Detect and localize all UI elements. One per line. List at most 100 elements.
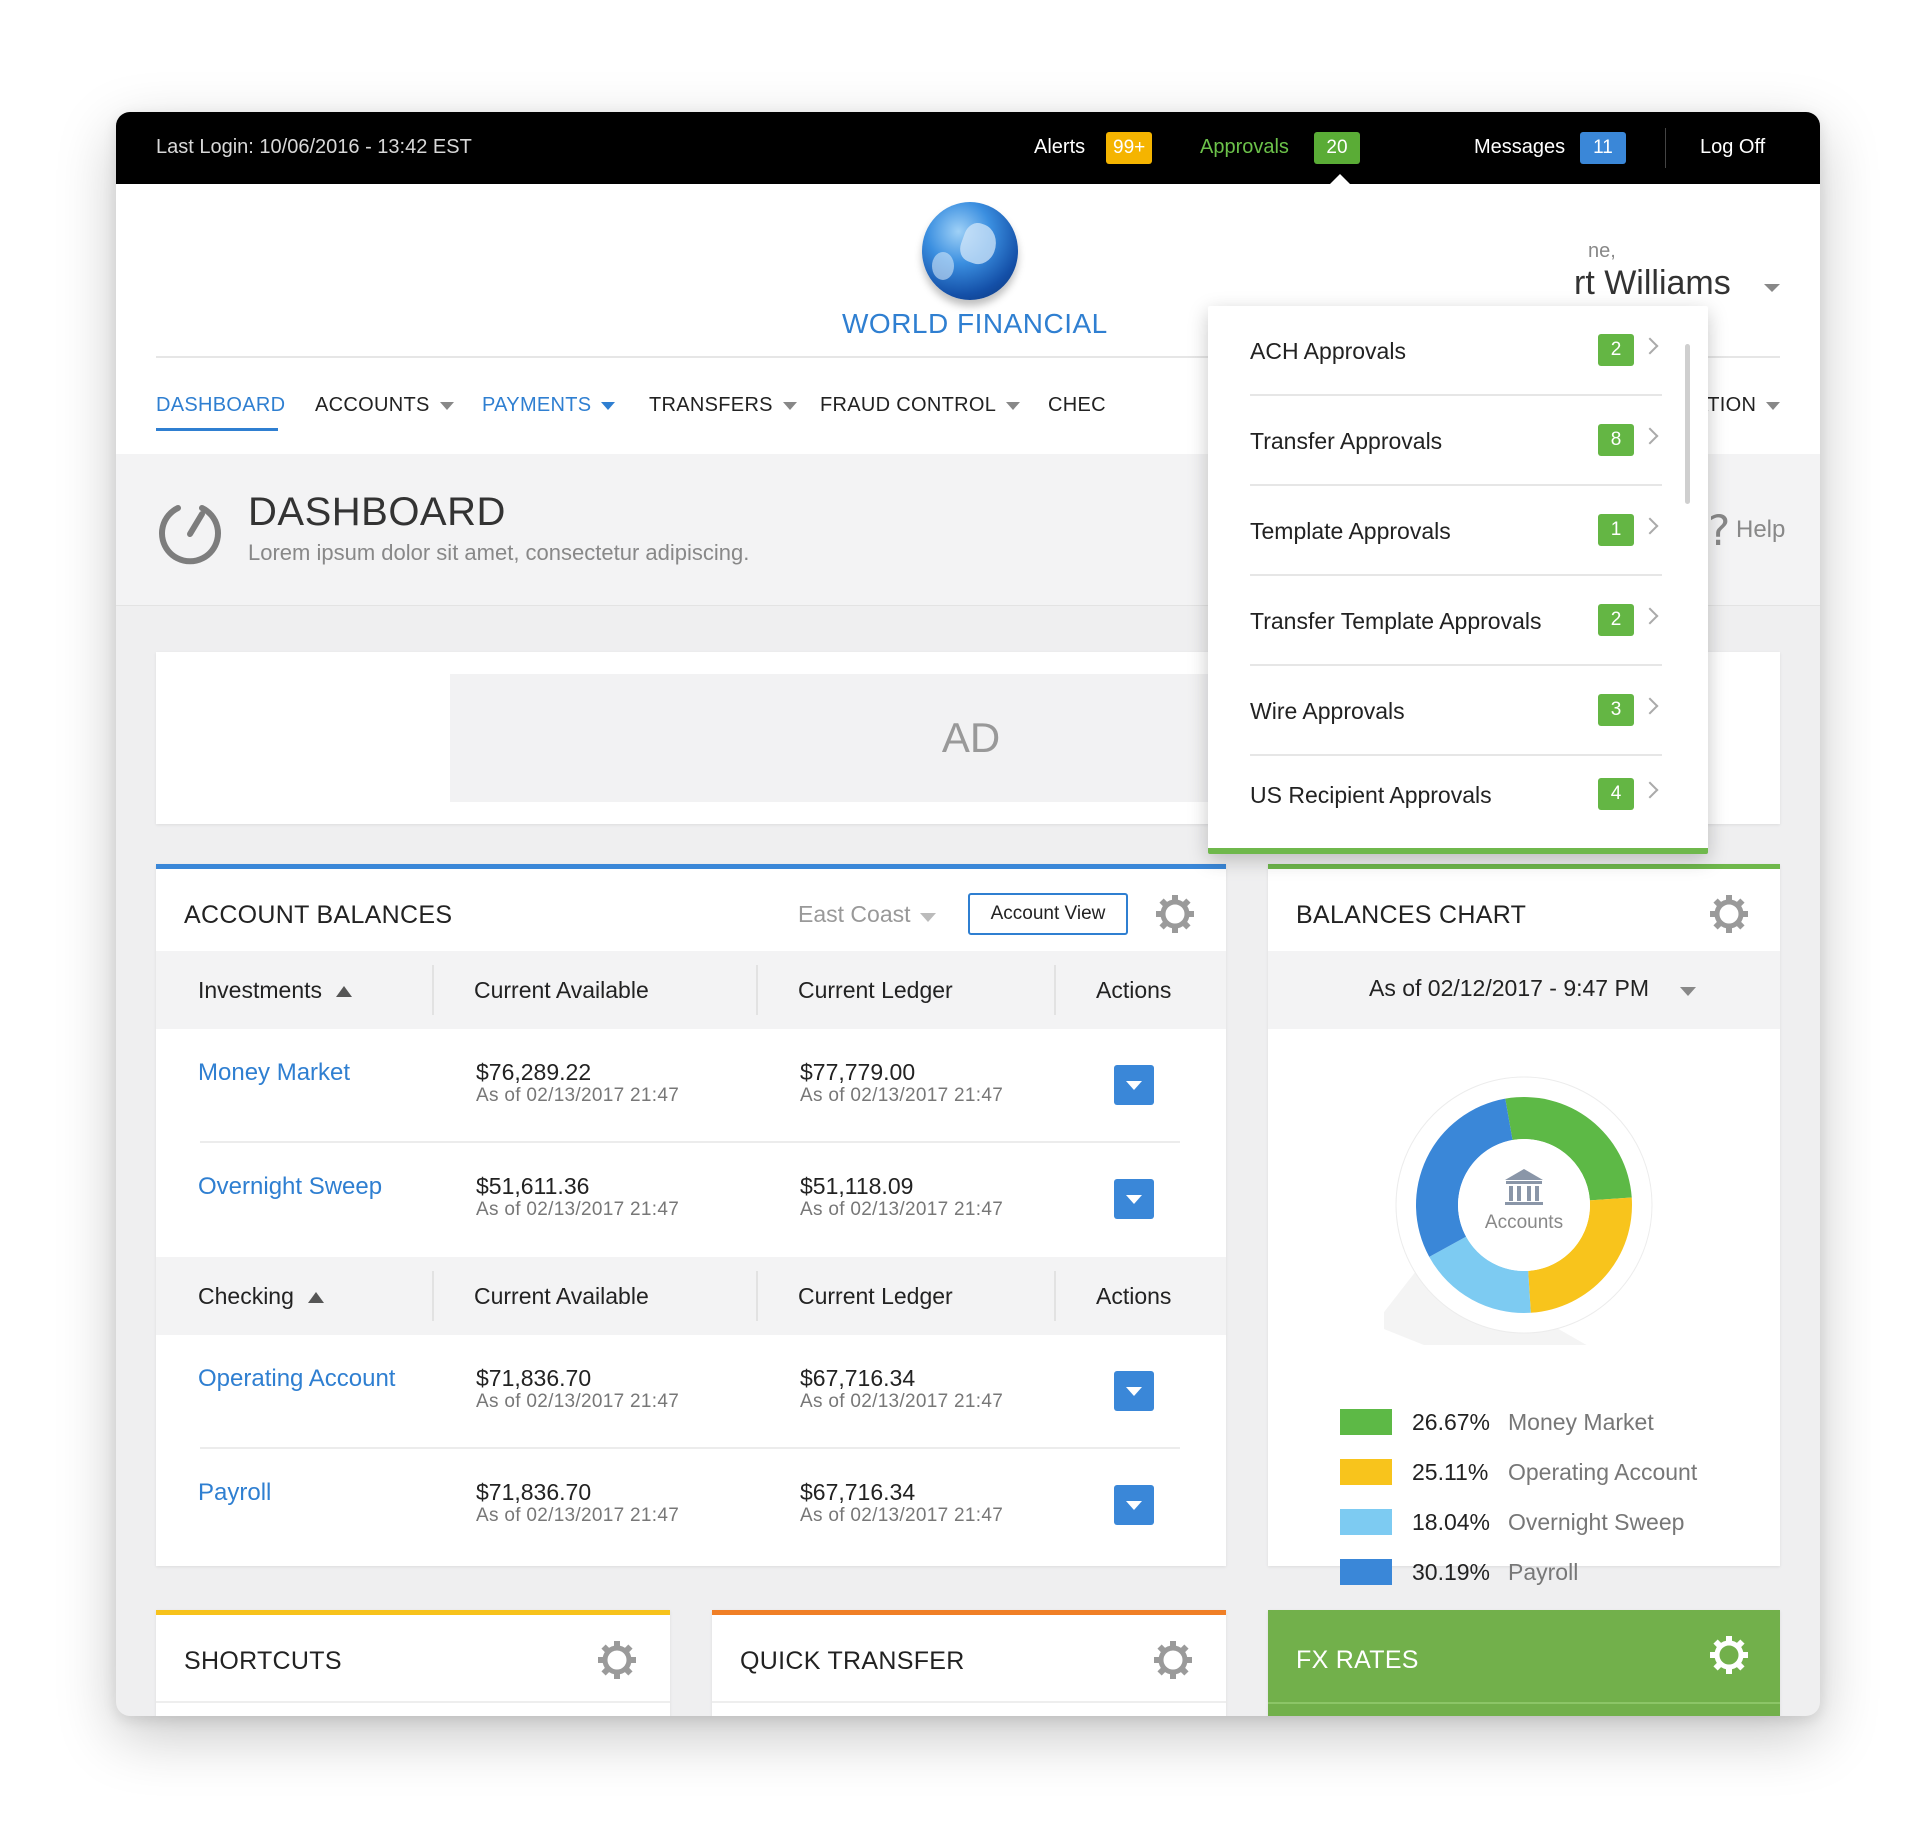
chevron-right-icon [1641,427,1659,445]
column-divider [1054,1271,1056,1321]
legend-label: Payroll [1508,1559,1579,1585]
panel-title: BALANCES CHART [1296,901,1527,929]
ledger-asof: As of 02/13/2017 21:47 [800,1085,1004,1106]
region-select[interactable]: East Coast [798,901,911,928]
nav-active-indicator [156,428,278,431]
shortcuts-panel: SHORTCUTS [156,1610,670,1716]
panel-title: ACCOUNT BALANCES [184,901,453,929]
alerts-link[interactable]: Alerts [1034,136,1085,159]
page-subtitle: Lorem ipsum dolor sit amet, consectetur … [248,540,750,565]
column-header[interactable]: Current Available [474,1283,649,1310]
gear-icon[interactable] [596,1639,638,1681]
column-divider [432,1271,434,1321]
chart-center-label: Accounts [1485,1212,1563,1233]
chevron-down-icon [1680,987,1696,996]
app-window: Last Login: 10/06/2016 - 13:42 EST Alert… [116,112,1820,1716]
dropdown-item-ach-approvals[interactable]: ACH Approvals 2 [1250,306,1662,396]
actions-dropdown-button[interactable] [1114,1179,1154,1219]
ledger-asof: As of 02/13/2017 21:47 [800,1391,1004,1412]
available-amount: $71,836.70 [476,1479,592,1505]
approvals-dropdown-pointer [1328,174,1352,186]
nav-transfers[interactable]: TRANSFERS [649,394,797,417]
account-link[interactable]: Money Market [198,1059,350,1087]
gear-icon[interactable] [1708,1634,1750,1676]
help-icon[interactable]: ? [1708,506,1730,555]
column-divider [756,1271,758,1321]
column-header[interactable]: Current Available [474,977,649,1004]
chevron-right-icon [1641,337,1659,355]
legend-percent: 26.67% [1412,1409,1491,1435]
count-badge: 8 [1598,424,1634,456]
chevron-right-icon [1641,517,1659,535]
nav-checks[interactable]: CHEC [1048,394,1106,417]
help-button[interactable]: Help [1736,516,1785,544]
legend-swatch [1340,1559,1392,1585]
dropdown-item-wire-approvals[interactable]: Wire Approvals 3 [1250,666,1662,756]
messages-badge[interactable]: 11 [1580,132,1626,164]
gear-icon[interactable] [1152,1639,1194,1681]
approvals-badge[interactable]: 20 [1314,132,1360,164]
topbar-divider [1665,128,1666,168]
chart-date-select[interactable]: As of 02/12/2017 - 9:47 PM [1268,951,1780,1029]
account-link[interactable]: Overnight Sweep [198,1173,382,1201]
gear-icon[interactable] [1154,893,1196,935]
user-menu-caret-icon[interactable] [1764,284,1780,292]
last-login: Last Login: 10/06/2016 - 13:42 EST [156,136,472,158]
approvals-link[interactable]: Approvals [1200,136,1289,159]
dropdown-scrollbar[interactable] [1685,344,1690,504]
actions-dropdown-button[interactable] [1114,1371,1154,1411]
count-badge: 3 [1598,694,1634,726]
chevron-down-icon [1006,401,1021,410]
chevron-down-icon [601,401,616,410]
chevron-right-icon [1641,781,1659,799]
chevron-right-icon [1641,697,1659,715]
dropdown-item-template-approvals[interactable]: Template Approvals 1 [1250,486,1662,576]
nav-dashboard[interactable]: DASHBOARD [156,394,285,417]
account-link[interactable]: Payroll [198,1479,271,1507]
count-badge: 2 [1598,334,1634,366]
actions-dropdown-button[interactable] [1114,1485,1154,1525]
table-header-checking: Checking Current Available Current Ledge… [156,1257,1226,1335]
account-balances-panel: ACCOUNT BALANCES East Coast Account View… [156,864,1226,1566]
dropdown-item-transfer-approvals[interactable]: Transfer Approvals 8 [1250,396,1662,486]
brand-name[interactable]: WORLD FINANCIAL [842,308,1108,340]
column-divider [1054,965,1056,1015]
nav-payments[interactable]: PAYMENTS [482,394,616,417]
legend-percent: 18.04% [1412,1509,1491,1535]
dropdown-item-transfer-template-approvals[interactable]: Transfer Template Approvals 2 [1250,576,1662,666]
legend-swatch [1340,1459,1392,1485]
dropdown-item-label: Template Approvals [1250,518,1451,544]
chevron-down-icon [439,401,454,410]
column-header[interactable]: Current Ledger [798,977,953,1004]
available-asof: As of 02/13/2017 21:47 [476,1199,680,1220]
user-menu[interactable]: rt Williams [1574,264,1731,303]
top-bar: Last Login: 10/06/2016 - 13:42 EST Alert… [116,112,1820,184]
dropdown-item-us-recipient-approvals[interactable]: US Recipient Approvals 4 [1250,750,1662,840]
dropdown-item-label: Wire Approvals [1250,698,1405,724]
welcome-text: ne, [1588,240,1616,262]
table-row: Payroll $71,836.70 As of 02/13/2017 21:4… [156,1449,1226,1563]
alerts-badge[interactable]: 99+ [1106,132,1153,164]
messages-link[interactable]: Messages [1474,136,1565,159]
logoff-link[interactable]: Log Off [1700,136,1765,159]
nav-accounts[interactable]: ACCOUNTS [315,394,454,417]
panel-divider [712,1701,1226,1703]
chevron-down-icon[interactable] [920,913,936,922]
approvals-dropdown: ACH Approvals 2 Transfer Approvals 8 Tem… [1208,306,1708,854]
count-badge: 2 [1598,604,1634,636]
account-link[interactable]: Operating Account [198,1365,395,1393]
donut-chart-svg: Accounts [1374,1076,1674,1425]
globe-logo-icon[interactable] [922,202,1018,300]
group-sort-checking[interactable]: Checking [198,1283,324,1310]
chevron-down-icon [782,401,797,410]
panel-title: FX RATES [1296,1646,1419,1674]
nav-fraud-control[interactable]: FRAUD CONTROL [820,394,1021,417]
account-view-button[interactable]: Account View [968,893,1128,935]
chart-date-label: As of 02/12/2017 - 9:47 PM [1368,975,1649,1001]
actions-dropdown-button[interactable] [1114,1065,1154,1105]
available-asof: As of 02/13/2017 21:47 [476,1085,680,1106]
page-title: DASHBOARD [248,490,506,534]
column-header[interactable]: Current Ledger [798,1283,953,1310]
gear-icon[interactable] [1708,893,1750,935]
group-sort-investments[interactable]: Investments [198,977,352,1004]
